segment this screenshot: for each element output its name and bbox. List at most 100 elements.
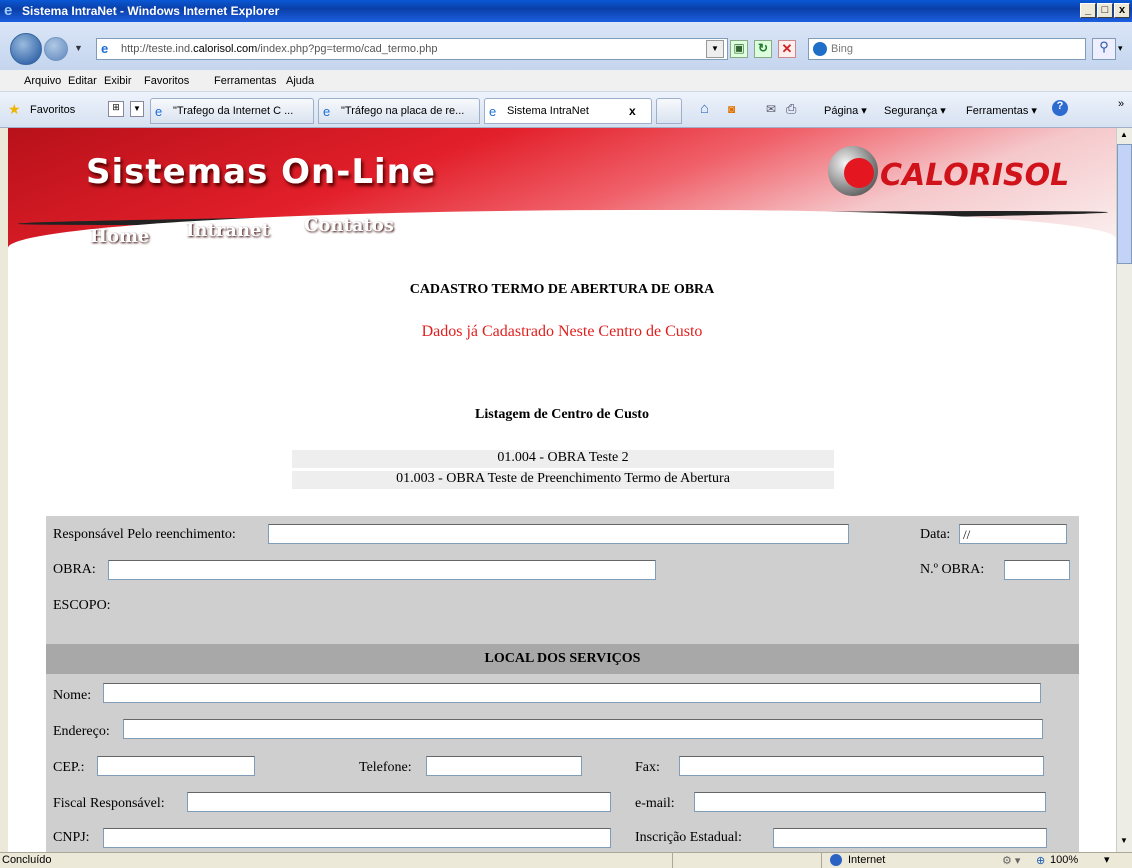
tools-menu[interactable]: Ferramentas ▾ bbox=[966, 104, 1037, 117]
tab-sistema-intranet[interactable]: e Sistema IntraNet x bbox=[484, 98, 652, 124]
search-icon[interactable]: ⚲ bbox=[1092, 38, 1116, 60]
nav-intranet[interactable]: Intranet bbox=[186, 220, 270, 241]
list-item[interactable]: 01.004 - OBRA Teste 2 bbox=[292, 450, 834, 468]
ie-logo-icon: e bbox=[4, 2, 13, 19]
inscricao-label: Inscrição Estadual: bbox=[635, 830, 742, 845]
scroll-down-icon[interactable]: ▼ bbox=[1120, 836, 1128, 845]
history-dropdown-icon[interactable]: ▼ bbox=[74, 43, 83, 53]
nav-home[interactable]: Home bbox=[90, 226, 150, 247]
status-text: Concluído bbox=[2, 854, 52, 866]
cep-input[interactable] bbox=[97, 756, 255, 776]
close-button[interactable]: x bbox=[1114, 3, 1130, 18]
search-input[interactable]: Bing bbox=[808, 38, 1086, 60]
forward-icon[interactable] bbox=[44, 37, 68, 61]
scrollbar-thumb[interactable] bbox=[1117, 144, 1132, 264]
page-heading: CADASTRO TERMO DE ABERTURA DE OBRA bbox=[409, 282, 715, 297]
ie-tab-icon: e bbox=[323, 104, 331, 119]
section-local-servicos: LOCAL DOS SERVIÇOS bbox=[46, 644, 1079, 674]
logo-red-dot-icon bbox=[844, 158, 874, 188]
back-icon[interactable] bbox=[10, 33, 42, 65]
logo-text: CALORISOL bbox=[880, 158, 1070, 193]
zone-text: Internet bbox=[848, 854, 886, 866]
new-tab-button[interactable] bbox=[656, 98, 682, 124]
list-item[interactable]: 01.003 - OBRA Teste de Preenchimento Ter… bbox=[292, 471, 834, 489]
page-menu[interactable]: Página ▾ bbox=[824, 104, 867, 117]
obra-label: OBRA: bbox=[53, 562, 96, 577]
cnpj-label: CNPJ: bbox=[53, 830, 90, 845]
home-icon[interactable]: ⌂ bbox=[700, 100, 709, 117]
data-input[interactable]: // bbox=[959, 524, 1067, 544]
endereco-label: Endereço: bbox=[53, 724, 110, 739]
responsavel-label: Responsável Pelo reenchimento: bbox=[53, 527, 236, 542]
fiscal-label: Fiscal Responsável: bbox=[53, 796, 165, 811]
menu-favoritos[interactable]: Favoritos bbox=[144, 75, 189, 87]
duplicate-alert: Dados já Cadastrado Neste Centro de Cust… bbox=[421, 323, 703, 340]
print-icon[interactable]: ⎙ bbox=[786, 101, 796, 117]
cep-label: CEP.: bbox=[53, 760, 85, 775]
scroll-up-icon[interactable]: ▲ bbox=[1120, 130, 1128, 139]
telefone-input[interactable] bbox=[426, 756, 582, 776]
address-bar[interactable]: e http://teste.ind.calorisol.com/index.p… bbox=[96, 38, 728, 60]
search-placeholder: Bing bbox=[831, 43, 854, 55]
status-bar: Concluído Internet ⚙ ▾ ⊕ 100% ▾ bbox=[0, 852, 1132, 868]
search-options-icon[interactable]: ▾ bbox=[1118, 43, 1123, 54]
globe-icon bbox=[830, 854, 842, 866]
favorites-star-icon[interactable]: ★ bbox=[8, 101, 21, 118]
zoom-level[interactable]: 100% bbox=[1050, 854, 1078, 866]
menu-bar: Arquivo Editar Exibir Favoritos Ferramen… bbox=[0, 70, 1132, 92]
menu-ferramentas[interactable]: Ferramentas bbox=[214, 75, 276, 87]
page-content: Sistemas On-Line CALORISOL Home Intranet… bbox=[8, 128, 1116, 852]
data-label: Data: bbox=[920, 527, 951, 542]
nome-input[interactable] bbox=[103, 683, 1041, 703]
close-tab-button[interactable]: x bbox=[629, 104, 636, 118]
window-title: Sistema IntraNet - Windows Internet Expl… bbox=[22, 4, 280, 18]
refresh-icon[interactable]: ↻ bbox=[754, 40, 772, 58]
chevron-more-icon[interactable]: » bbox=[1118, 98, 1124, 110]
favorites-button[interactable]: Favoritos bbox=[30, 104, 75, 116]
obra-input[interactable] bbox=[108, 560, 656, 580]
list-title: Listagem de Centro de Custo bbox=[475, 407, 649, 422]
tab-trafego-placa[interactable]: e "Tráfego na placa de re... bbox=[318, 98, 480, 124]
address-dropdown-icon[interactable]: ▼ bbox=[706, 40, 724, 58]
feeds-icon[interactable]: ◙ bbox=[728, 102, 735, 116]
zoom-dropdown-icon[interactable]: ▾ bbox=[1104, 853, 1110, 866]
banner-title: Sistemas On-Line bbox=[86, 152, 436, 192]
termo-form: Responsável Pelo reenchimento: Data: // … bbox=[46, 516, 1079, 852]
compat-view-icon[interactable]: ▣ bbox=[730, 40, 748, 58]
zoom-icon[interactable]: ⊕ bbox=[1036, 854, 1045, 867]
mail-icon[interactable]: ✉ bbox=[766, 102, 776, 116]
inscricao-input[interactable] bbox=[773, 828, 1047, 848]
tab-trafego-internet[interactable]: e "Trafego da Internet C ... bbox=[150, 98, 314, 124]
cnpj-input[interactable] bbox=[103, 828, 611, 848]
calorisol-logo: CALORISOL bbox=[828, 146, 1088, 202]
page-icon: e bbox=[101, 41, 109, 56]
menu-arquivo[interactable]: Arquivo bbox=[24, 75, 61, 87]
endereco-input[interactable] bbox=[123, 719, 1043, 739]
ie-tab-icon: e bbox=[489, 104, 497, 119]
site-banner: Sistemas On-Line CALORISOL Home Intranet… bbox=[8, 128, 1116, 248]
nome-label: Nome: bbox=[53, 688, 92, 703]
quick-tabs-icon[interactable]: ⊞ bbox=[108, 101, 124, 117]
nav-contatos[interactable]: Contatos bbox=[304, 215, 394, 236]
telefone-label: Telefone: bbox=[359, 760, 412, 775]
protected-mode-icon[interactable]: ⚙ ▾ bbox=[1002, 854, 1020, 867]
menu-ajuda[interactable]: Ajuda bbox=[286, 75, 314, 87]
minimize-button[interactable]: _ bbox=[1080, 3, 1096, 18]
menu-editar[interactable]: Editar bbox=[68, 75, 97, 87]
fiscal-input[interactable] bbox=[187, 792, 611, 812]
fax-input[interactable] bbox=[679, 756, 1044, 776]
responsavel-input[interactable] bbox=[268, 524, 849, 544]
banner-wave bbox=[8, 210, 1116, 248]
help-icon[interactable]: ? bbox=[1052, 100, 1068, 116]
menu-exibir[interactable]: Exibir bbox=[104, 75, 132, 87]
nobra-input[interactable] bbox=[1004, 560, 1070, 580]
status-panels bbox=[672, 853, 822, 868]
stop-icon[interactable]: ✕ bbox=[778, 40, 796, 58]
email-input[interactable] bbox=[694, 792, 1046, 812]
address-url: http://teste.ind.calorisol.com/index.php… bbox=[121, 43, 438, 55]
maximize-button[interactable]: □ bbox=[1097, 3, 1113, 18]
security-menu[interactable]: Segurança ▾ bbox=[884, 104, 946, 117]
bing-icon bbox=[813, 42, 827, 56]
tab-list-icon[interactable]: ▼ bbox=[130, 101, 144, 117]
email-label: e-mail: bbox=[635, 796, 675, 811]
